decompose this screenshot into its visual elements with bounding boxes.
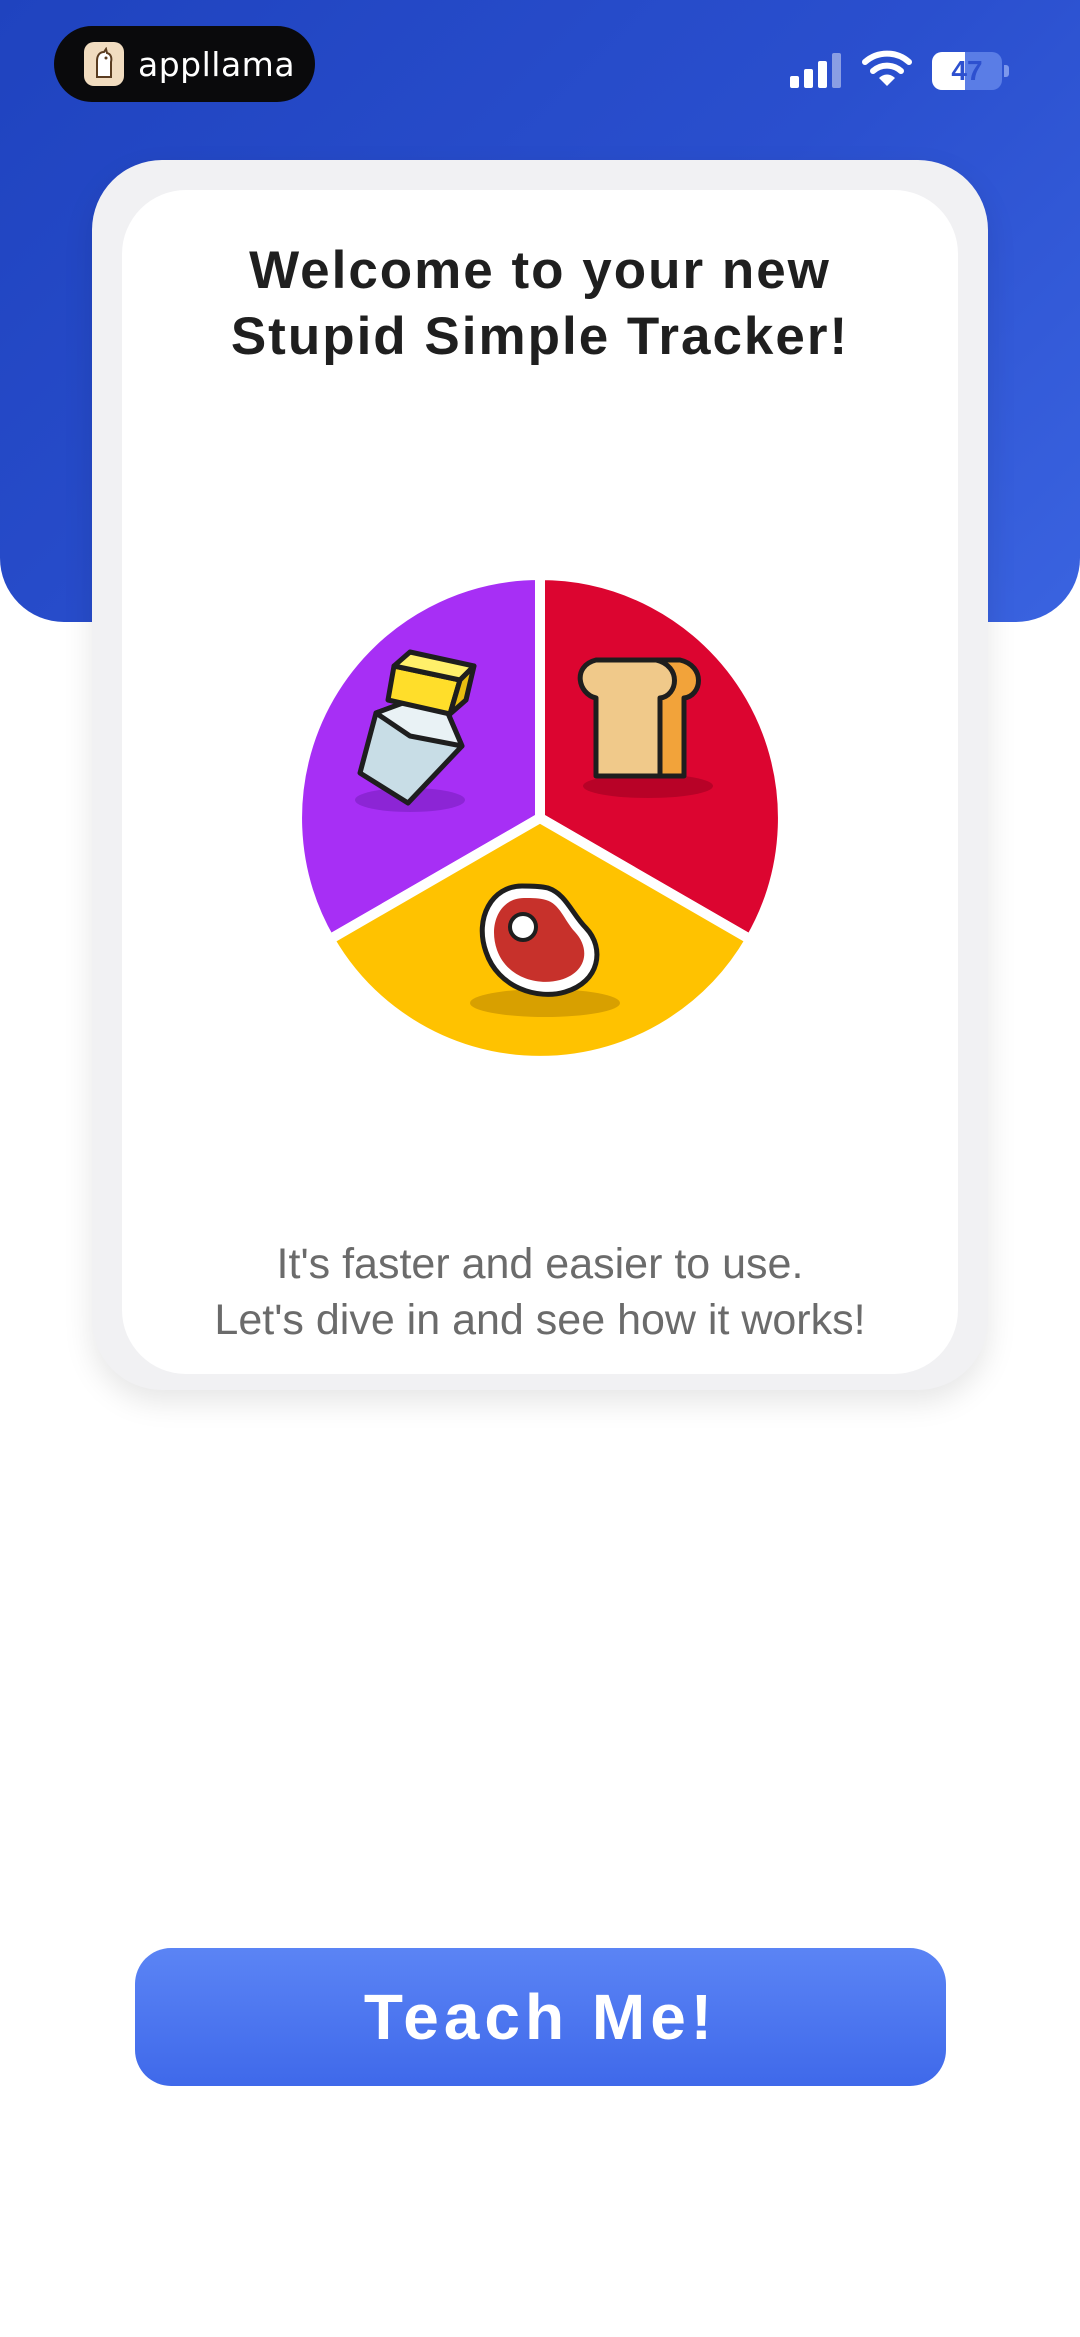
status-bar: appllama 47 xyxy=(0,0,1080,140)
llama-logo-icon xyxy=(84,42,124,86)
wifi-icon xyxy=(862,48,912,95)
cellular-signal-icon xyxy=(790,52,846,95)
food-pie-illustration xyxy=(290,568,790,1068)
app-badge-label: appllama xyxy=(138,44,296,84)
battery-percentage: 47 xyxy=(951,55,983,86)
teach-me-button[interactable]: Teach Me! xyxy=(135,1948,946,2086)
welcome-title: Welcome to your new Stupid Simple Tracke… xyxy=(230,241,850,366)
battery-icon: 47 xyxy=(932,52,1009,90)
app-badge: appllama xyxy=(54,26,315,102)
welcome-subtitle: It's faster and easier to use. Let's div… xyxy=(214,1240,866,1344)
